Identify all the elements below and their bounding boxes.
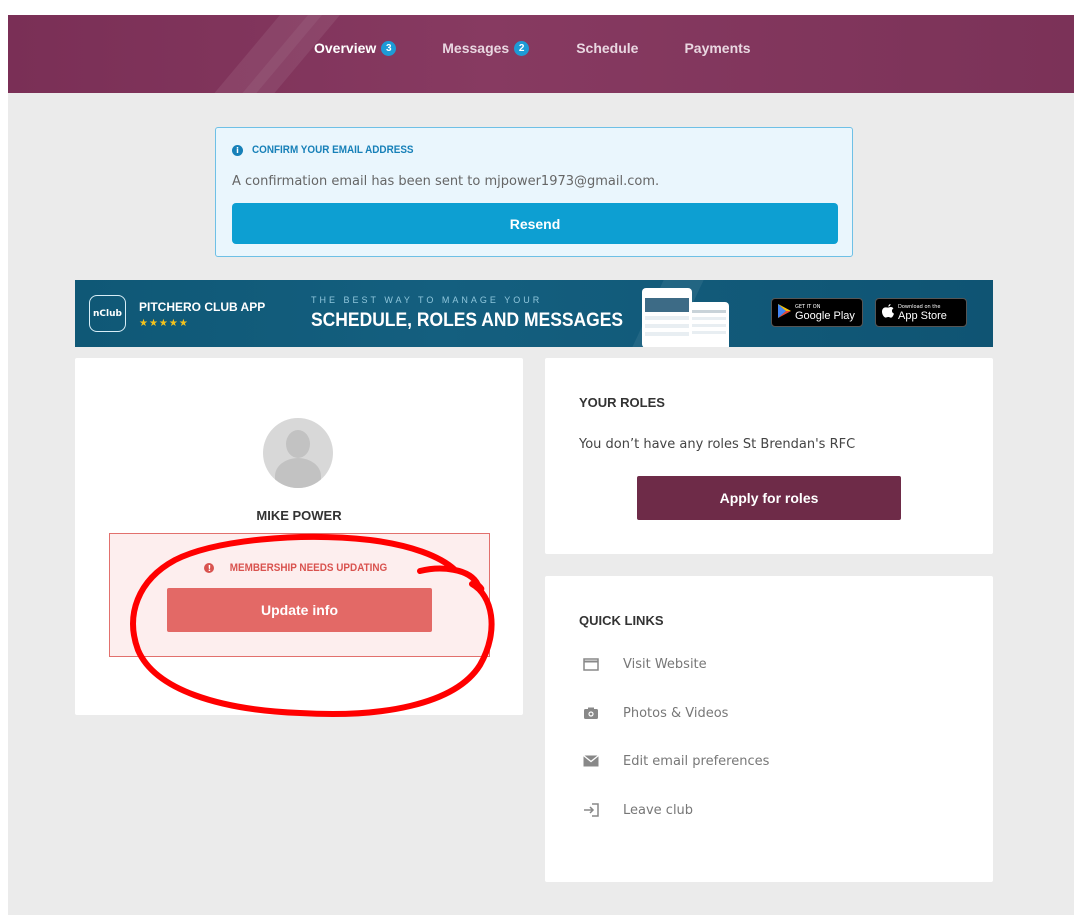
tab-schedule[interactable]: Schedule: [576, 40, 638, 56]
club-app-logo: nClub: [89, 295, 126, 332]
banner-tagline: SCHEDULE, ROLES AND MESSAGES: [311, 310, 624, 331]
rating-stars-icon: ★★★★★: [139, 318, 189, 329]
tab-payments[interactable]: Payments: [684, 40, 750, 56]
link-leave-club[interactable]: Leave club: [581, 802, 693, 818]
tab-schedule-label: Schedule: [576, 40, 639, 56]
link-label: Leave club: [623, 802, 694, 818]
tab-overview-label: Overview: [314, 40, 377, 56]
avatar: [263, 418, 333, 488]
google-play-text: Google Play: [795, 309, 855, 322]
avatar-head: [286, 430, 310, 458]
roles-title: YOUR ROLES: [579, 395, 665, 410]
app-store-text: App Store: [898, 309, 947, 322]
exit-icon: [581, 802, 601, 818]
envelope-icon: [581, 753, 601, 769]
app-store-button[interactable]: Download on the App Store: [875, 298, 967, 327]
google-play-icon: [778, 303, 791, 322]
app-name: PITCHERO CLUB APP: [139, 300, 266, 314]
camera-icon: [581, 705, 601, 721]
google-play-button[interactable]: GET IT ON Google Play: [771, 298, 863, 327]
info-icon: i: [232, 144, 243, 156]
window-icon: [581, 656, 601, 672]
link-email-preferences[interactable]: Edit email preferences: [581, 753, 769, 769]
quick-links-card: QUICK LINKS Visit Website Photos & Video…: [545, 576, 993, 882]
membership-warning-text: MEMBERSHIP NEEDS UPDATING: [230, 562, 388, 574]
roles-text: You don’t have any roles St Brendan's RF…: [579, 437, 856, 452]
banner-tagline-small: THE BEST WAY TO MANAGE YOUR: [311, 295, 543, 305]
tab-messages-label: Messages: [442, 40, 510, 56]
profile-name: MIKE POWER: [256, 508, 342, 523]
app-store-small-text: Download on the: [898, 303, 941, 310]
confirm-email-alert: i CONFIRM YOUR EMAIL ADDRESS A confirmat…: [215, 127, 853, 257]
warning-icon: !: [204, 563, 215, 573]
link-label: Edit email preferences: [623, 753, 770, 769]
overview-count-badge: 3: [381, 40, 397, 56]
membership-warning-box: ! MEMBERSHIP NEEDS UPDATING Update info: [109, 533, 490, 657]
apple-icon: [882, 303, 894, 322]
link-label: Visit Website: [623, 656, 707, 672]
alert-title-text: CONFIRM YOUR EMAIL ADDRESS: [252, 144, 414, 156]
tab-overview[interactable]: Overview 3: [314, 40, 397, 56]
quick-links-title: QUICK LINKS: [579, 613, 664, 628]
messages-count-badge: 2: [514, 40, 530, 56]
your-roles-card: YOUR ROLES You don’t have any roles St B…: [545, 358, 993, 554]
update-info-button[interactable]: Update info: [167, 588, 432, 632]
page: Overview 3 Messages 2 Schedule Payments …: [8, 15, 1074, 915]
link-photos-videos[interactable]: Photos & Videos: [581, 705, 728, 721]
phone-mockup-image-2: [689, 302, 729, 347]
avatar-body: [275, 458, 321, 488]
phone-mockup-image: [642, 288, 692, 347]
tab-messages[interactable]: Messages 2: [442, 40, 530, 56]
membership-warning: ! MEMBERSHIP NEEDS UPDATING: [110, 562, 491, 574]
alert-message: A confirmation email has been sent to mj…: [232, 174, 660, 189]
club-app-banner[interactable]: nClub PITCHERO CLUB APP ★★★★★ THE BEST W…: [75, 280, 993, 347]
apply-for-roles-button[interactable]: Apply for roles: [637, 476, 901, 520]
top-navigation: Overview 3 Messages 2 Schedule Payments: [8, 15, 1074, 93]
profile-card: MIKE POWER ! MEMBERSHIP NEEDS UPDATING U…: [75, 358, 523, 715]
nav-tabs: Overview 3 Messages 2 Schedule Payments: [308, 40, 751, 56]
tab-payments-label: Payments: [684, 40, 751, 56]
link-visit-website[interactable]: Visit Website: [581, 656, 707, 672]
resend-button[interactable]: Resend: [232, 203, 838, 244]
link-label: Photos & Videos: [623, 705, 729, 721]
alert-title: i CONFIRM YOUR EMAIL ADDRESS: [232, 144, 431, 156]
